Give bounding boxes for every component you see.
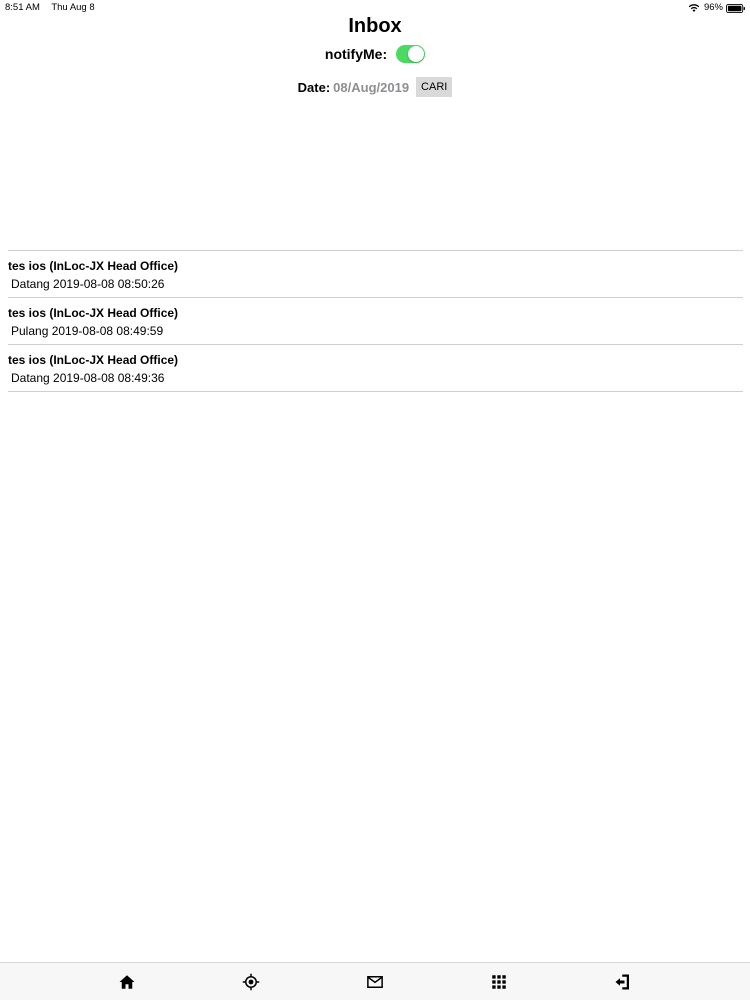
list-item[interactable]: tes ios (InLoc-JX Head Office) Datang 20… [8,345,743,392]
status-left: 8:51 AM Thu Aug 8 [5,1,104,15]
search-button[interactable]: CARI [416,77,453,97]
battery-icon [726,3,745,13]
date-label: Date: [297,79,331,95]
status-right: 96% [688,1,746,15]
item-subtitle: Pulang 2019-08-08 08:49:59 [11,324,164,338]
tab-menu[interactable] [489,972,509,992]
list-item[interactable]: tes ios (InLoc-JX Head Office) Datang 20… [8,251,743,298]
notify-label: notifyMe: [324,46,388,62]
date-row: Date: 08/Aug/2019 CARI [0,77,750,97]
tab-home[interactable] [117,972,137,992]
toggle-knob [408,46,425,62]
location-target-icon [242,973,260,991]
status-bar: 8:51 AM Thu Aug 8 96% [0,0,750,14]
item-title: tes ios (InLoc-JX Head Office) [8,353,179,367]
item-subtitle: Datang 2019-08-08 08:49:36 [11,371,165,385]
date-picker-field[interactable]: 08/Aug/2019 [333,80,409,95]
battery-percent: 96% [703,2,723,13]
inbox-list: tes ios (InLoc-JX Head Office) Datang 20… [8,250,743,392]
tab-location[interactable] [241,972,261,992]
mail-icon [367,976,383,988]
list-item[interactable]: tes ios (InLoc-JX Head Office) Pulang 20… [8,298,743,345]
notify-toggle[interactable] [396,45,426,63]
item-title: tes ios (InLoc-JX Head Office) [8,306,179,320]
inbox-screen: 8:51 AM Thu Aug 8 96% Inbox notifyMe: Da… [0,0,750,1000]
status-time: 8:51 AM [5,2,40,13]
logout-icon [615,974,629,990]
tab-bar [0,962,750,1000]
item-title: tes ios (InLoc-JX Head Office) [8,259,179,273]
tab-inbox[interactable] [365,972,385,992]
home-icon [119,975,135,989]
page-title: Inbox [348,15,402,37]
wifi-icon [688,4,700,12]
grid-icon [492,975,506,989]
item-subtitle: Datang 2019-08-08 08:50:26 [11,277,165,291]
status-date: Thu Aug 8 [51,2,95,13]
tab-logout[interactable] [613,972,633,992]
notify-row: notifyMe: [0,45,750,63]
